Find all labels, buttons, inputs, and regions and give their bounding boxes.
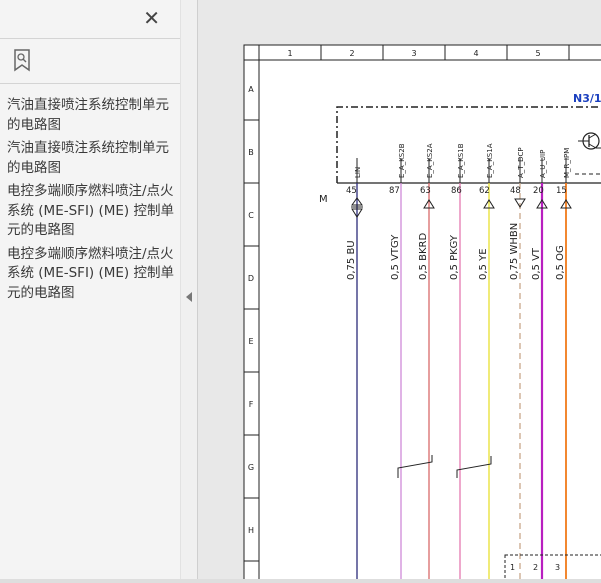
wire-label: 0,75 WHBN: [509, 223, 520, 280]
wire-label: 0,5 VT: [531, 247, 542, 280]
signal-name: E_A_KS1B: [457, 143, 465, 178]
bookmark-item[interactable]: 电控多端顺序燃料喷注/点火系统 (ME-SFI) (ME) 控制单元的电路图: [7, 245, 177, 304]
row-label: B: [248, 148, 254, 157]
bookmark-item[interactable]: 电控多端顺序燃料喷注/点火系统 (ME-SFI) (ME) 控制单元的电路图: [7, 182, 177, 241]
pin-number: 48: [510, 186, 521, 196]
connector-pin-label: 3: [555, 563, 560, 572]
signal-name: A_T_DCP: [517, 147, 525, 178]
bookmark-search-icon[interactable]: [10, 47, 36, 73]
close-icon[interactable]: ✕: [143, 6, 160, 30]
wire-label: 0,5 PKGY: [449, 234, 460, 280]
panel-toolbar: [0, 39, 180, 84]
ground-label: M: [319, 194, 328, 205]
column-label: 5: [535, 49, 540, 58]
pin-number: 87: [389, 186, 400, 196]
wire-label: 0,5 OG: [555, 245, 566, 280]
signal-name: E_A_KS2B: [398, 143, 406, 178]
component-label: N3/1: [573, 92, 601, 105]
wire-label: 0,5 VTGY: [390, 234, 401, 280]
pin-number: 15: [556, 186, 567, 196]
row-label: C: [248, 211, 254, 220]
row-label: F: [249, 400, 254, 409]
column-label: 3: [411, 49, 416, 58]
signal-name: E_A_KS1A: [486, 143, 494, 178]
pin-number: 62: [479, 186, 490, 196]
row-label: H: [248, 526, 254, 535]
bookmark-item[interactable]: 汽油直接喷注系统控制单元的电路图: [7, 96, 177, 135]
panel-splitter[interactable]: [180, 0, 198, 579]
connector-pin-label: 1: [510, 563, 515, 572]
document-view: 1 2 3 4 5 A B C D E F G H N3/1 M LIN 45 …: [198, 0, 601, 583]
bookmark-list: 汽油直接喷注系统控制单元的电路图 汽油直接喷注系统控制单元的电路图 电控多端顺序…: [7, 96, 177, 307]
wire-label: 0,75 BU: [346, 240, 357, 280]
row-label: A: [248, 85, 254, 94]
connector-pin-label: 2: [533, 563, 538, 572]
row-label: D: [248, 274, 254, 283]
column-label: 4: [473, 49, 478, 58]
pin-number: 86: [451, 186, 462, 196]
wire-label: 0,5 BKRD: [418, 233, 429, 280]
signal-name: E_A_KS2A: [426, 143, 434, 178]
signal-name: A_U_UIP: [539, 150, 547, 178]
row-label: G: [248, 463, 254, 472]
signal-name: M_R_IPM: [563, 148, 571, 178]
panel-header: ✕: [0, 0, 180, 39]
column-label: 2: [349, 49, 354, 58]
collapse-arrow-icon[interactable]: [186, 292, 192, 302]
column-label: 1: [287, 49, 292, 58]
row-label: E: [248, 337, 253, 346]
signal-name: LIN: [354, 167, 362, 178]
bookmark-item[interactable]: 汽油直接喷注系统控制单元的电路图: [7, 139, 177, 178]
pin-number: 45: [346, 186, 357, 196]
wire-label: 0,5 YE: [478, 248, 489, 280]
circuit-diagram: 1 2 3 4 5 A B C D E F G H N3/1 M LIN450,…: [243, 44, 601, 583]
pin-number: 20: [533, 186, 544, 196]
pin-number: 63: [420, 186, 431, 196]
bookmarks-panel: ✕ 汽油直接喷注系统控制单元的电路图 汽油直接喷注系统控制单元的电路图 电控多端…: [0, 0, 180, 579]
